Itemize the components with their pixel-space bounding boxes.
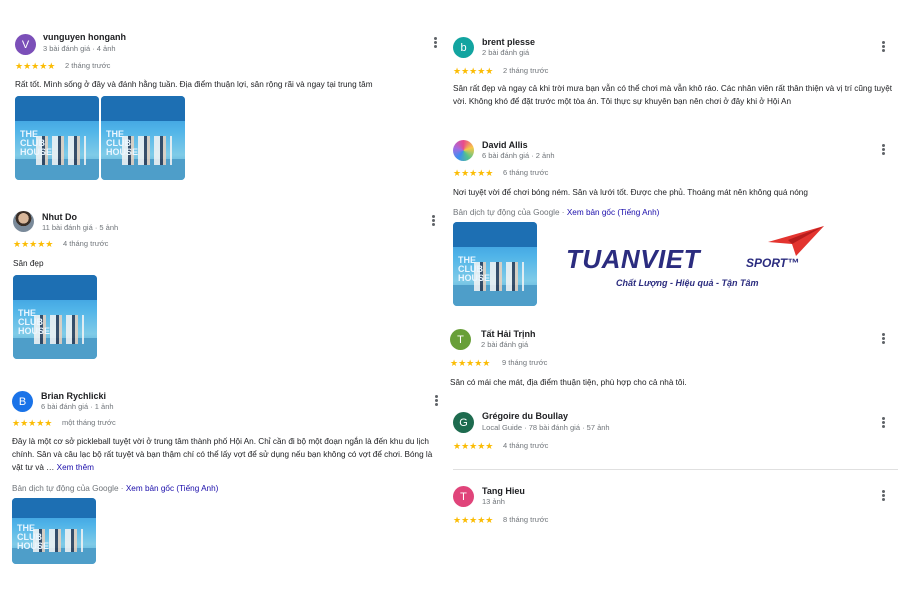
review-photo[interactable]: THE CLUB HOUSE — [15, 96, 99, 180]
review-time: 8 tháng trước — [503, 515, 549, 524]
reviewer-meta: 6 bài đánh giá · 2 ảnh — [482, 151, 555, 160]
avatar[interactable]: G — [453, 412, 474, 433]
logo-sport: SPORT™ — [746, 256, 800, 270]
avatar[interactable]: B — [12, 391, 33, 412]
review-text: Đây là một cơ sở pickleball tuyệt vời ở … — [12, 435, 440, 474]
avatar[interactable]: V — [15, 34, 36, 55]
translation-note: Bản dịch tự động của Google · Xem bản gố… — [453, 208, 659, 217]
photo-caption: HOUSE — [20, 146, 53, 157]
reviewer-meta: 6 bài đánh giá · 1 ảnh — [41, 402, 114, 411]
reviewer-name[interactable]: David Allis — [482, 140, 528, 150]
see-more-link[interactable]: Xem thêm — [57, 463, 94, 472]
more-options-icon[interactable] — [879, 40, 887, 54]
translation-label: Bản dịch tự động của Google · — [12, 484, 124, 493]
reviewer-name[interactable]: Grégoire du Boullay — [482, 411, 568, 421]
review-text: Nơi tuyệt vời để chơi bóng ném. Sân và l… — [453, 188, 808, 197]
review-text: Sân rất đẹp và ngay cả khi trời mưa bạn … — [453, 84, 893, 106]
avatar[interactable] — [453, 140, 474, 161]
reviewer-name[interactable]: brent plesse — [482, 37, 535, 47]
review-time: 2 tháng trước — [503, 66, 549, 75]
star-rating: ★★★★★ — [13, 239, 54, 249]
photo-caption: HOUSE — [17, 541, 50, 552]
brand-logo: TUANVIET SPORT™ Chất Lượng - Hiệu quả - … — [566, 224, 826, 294]
review-text: Rất tốt. Mình sống ở đây và đánh hằng tu… — [15, 80, 373, 89]
review-brent: b brent plesse 2 bài đánh giá ★★★★★ 2 th… — [453, 36, 893, 128]
review-photo[interactable]: THE CLUB HOUSE — [101, 96, 185, 180]
review-time: 9 tháng trước — [502, 358, 548, 367]
reviewer-name[interactable]: vunguyen honganh — [43, 32, 126, 42]
review-photo[interactable]: THE CLUB HOUSE — [13, 275, 97, 359]
translation-label: Bản dịch tự động của Google · — [453, 208, 565, 217]
reviewer-meta: Local Guide · 78 bài đánh giá · 57 ảnh — [482, 423, 610, 432]
review-brian: B Brian Rychlicki 6 bài đánh giá · 1 ảnh… — [12, 390, 444, 570]
review-time: một tháng trước — [62, 418, 116, 427]
logo-brand: TUANVIET — [566, 244, 700, 274]
translation-note: Bản dịch tự động của Google · Xem bản gố… — [12, 484, 218, 493]
avatar[interactable] — [13, 211, 34, 232]
review-text: Sân có mái che mát, địa điểm thuận tiện,… — [450, 378, 687, 387]
reviewer-meta: 2 bài đánh giá — [481, 340, 529, 349]
logo-tagline: Chất Lượng - Hiệu quả - Tận Tâm — [616, 278, 759, 288]
more-options-icon[interactable] — [879, 143, 887, 157]
reviewer-meta: 3 bài đánh giá · 4 ảnh — [43, 44, 116, 53]
review-time: 4 tháng trước — [503, 441, 549, 450]
avatar[interactable]: b — [453, 37, 474, 58]
review-tathai: T Tất Hải Trịnh 2 bài đánh giá ★★★★★ 9 t… — [450, 328, 893, 392]
photo-caption: HOUSE — [106, 146, 139, 157]
reviewer-meta: 11 bài đánh giá · 5 ảnh — [42, 223, 119, 232]
review-time: 4 tháng trước — [63, 239, 109, 248]
review-time: 2 tháng trước — [65, 61, 111, 70]
star-rating: ★★★★★ — [450, 358, 491, 368]
more-options-icon[interactable] — [431, 36, 439, 50]
paper-plane-icon — [768, 226, 824, 256]
more-options-icon[interactable] — [879, 489, 887, 503]
reviewer-name[interactable]: Tất Hải Trịnh — [481, 329, 536, 339]
review-time: 6 tháng trước — [503, 168, 549, 177]
more-options-icon[interactable] — [432, 394, 440, 408]
avatar[interactable]: T — [450, 329, 471, 350]
reviewer-name[interactable]: Nhut Do — [42, 212, 77, 222]
view-original-link[interactable]: Xem bản gốc (Tiếng Anh) — [567, 208, 660, 217]
reviewer-meta: 2 bài đánh giá — [482, 48, 530, 57]
review-divider — [453, 469, 898, 470]
more-options-icon[interactable] — [879, 332, 887, 346]
view-original-link[interactable]: Xem bản gốc (Tiếng Anh) — [126, 484, 219, 493]
review-tanghieu: T Tang Hieu 13 ảnh ★★★★★ 8 tháng trước — [453, 485, 893, 531]
review-vunguyen: V vunguyen honganh 3 bài đánh giá · 4 ản… — [15, 32, 437, 182]
reviewer-name[interactable]: Brian Rychlicki — [41, 391, 106, 401]
reviewer-meta: 13 ảnh — [482, 497, 505, 506]
review-text: Sân đẹp — [13, 259, 44, 268]
photo-caption: HOUSE — [18, 325, 51, 336]
star-rating: ★★★★★ — [15, 61, 56, 71]
star-rating: ★★★★★ — [453, 66, 494, 76]
reviewer-name[interactable]: Tang Hieu — [482, 486, 525, 496]
star-rating: ★★★★★ — [453, 168, 494, 178]
more-options-icon[interactable] — [879, 416, 887, 430]
avatar[interactable]: T — [453, 486, 474, 507]
more-options-icon[interactable] — [429, 214, 437, 228]
review-photo[interactable]: THE CLUB HOUSE — [12, 498, 96, 564]
review-photo[interactable]: THE CLUB HOUSE — [453, 222, 537, 306]
review-nhutdo: Nhut Do 11 bài đánh giá · 5 ảnh ★★★★★ 4 … — [13, 210, 438, 360]
star-rating: ★★★★★ — [453, 441, 494, 451]
star-rating: ★★★★★ — [12, 418, 53, 428]
star-rating: ★★★★★ — [453, 515, 494, 525]
review-gregoire: G Grégoire du Boullay Local Guide · 78 b… — [453, 410, 893, 456]
photo-caption: HOUSE — [458, 272, 491, 283]
